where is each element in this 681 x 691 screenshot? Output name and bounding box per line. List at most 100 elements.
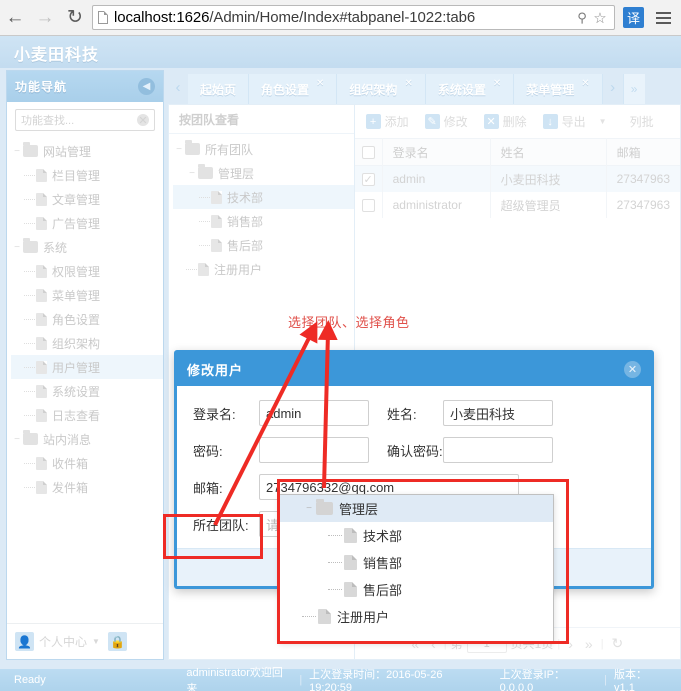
- nav-item-系统[interactable]: − 系统: [11, 235, 163, 259]
- tab-label: 角色设置: [261, 82, 310, 97]
- file-icon: [36, 480, 47, 494]
- toolbar-修改[interactable]: ✎ 修改: [418, 110, 475, 134]
- tab-label: 系统设置: [437, 82, 486, 97]
- name-input[interactable]: 小麦田科技: [443, 400, 553, 426]
- column-header-login[interactable]: 登录名: [383, 138, 491, 166]
- close-icon[interactable]: ✕: [581, 78, 589, 89]
- nav-search-input[interactable]: 功能查找... ✕: [15, 109, 155, 131]
- tree-line: [24, 486, 35, 488]
- nav-item-权限管理[interactable]: 权限管理: [11, 259, 163, 283]
- close-icon[interactable]: ✕: [316, 78, 324, 89]
- expand-icon[interactable]: −: [11, 146, 23, 157]
- tree-line: [199, 244, 210, 246]
- last-page-icon[interactable]: »: [581, 636, 597, 652]
- select-all-cell[interactable]: [355, 138, 383, 166]
- nav-item-收件箱[interactable]: 收件箱: [11, 451, 163, 475]
- confirm-password-input[interactable]: [443, 437, 553, 463]
- chevron-double-down-icon[interactable]: »: [622, 74, 645, 104]
- annotation-box-role: [163, 514, 263, 559]
- row-checkbox-cell[interactable]: [355, 192, 383, 218]
- tab-组织架构[interactable]: 组织架构 ✕: [337, 74, 426, 104]
- reload-icon[interactable]: ↻: [60, 3, 90, 33]
- toolbar-label: 删除: [502, 115, 527, 129]
- tree-line: [24, 198, 35, 200]
- tab-起始页[interactable]: 起始页: [188, 74, 250, 104]
- team-node-所有团队[interactable]: − 所有团队: [173, 137, 354, 161]
- tree-line: [24, 366, 35, 368]
- user-center-button[interactable]: 👤 个人中心 ▼: [15, 632, 100, 651]
- file-icon: [211, 238, 222, 252]
- toolbar-删除[interactable]: ✕ 删除: [477, 110, 534, 134]
- nav-item-菜单管理[interactable]: 菜单管理: [11, 283, 163, 307]
- chevron-left-icon[interactable]: ◀: [138, 78, 155, 95]
- team-node-销售部[interactable]: 销售部: [173, 209, 354, 233]
- row-checkbox-cell[interactable]: ✓: [355, 166, 383, 192]
- tab-菜单管理[interactable]: 菜单管理 ✕: [514, 74, 603, 104]
- chevron-down-icon: ▼: [92, 637, 100, 646]
- refresh-icon[interactable]: ↻: [608, 635, 628, 652]
- tree-node-label: 发件箱: [52, 480, 89, 495]
- forward-icon[interactable]: →: [30, 3, 60, 33]
- expand-icon[interactable]: −: [11, 242, 23, 253]
- tree-node-label: 角色设置: [52, 312, 101, 327]
- column-header-name[interactable]: 姓名: [491, 138, 607, 166]
- nav-item-站内消息[interactable]: − 站内消息: [11, 427, 163, 451]
- row-checkbox[interactable]: ✓: [361, 172, 375, 186]
- tab-角色设置[interactable]: 角色设置 ✕: [249, 74, 338, 104]
- columns-button[interactable]: 列批: [623, 110, 661, 134]
- clear-icon[interactable]: ✕: [137, 114, 149, 127]
- row-checkbox[interactable]: [361, 198, 375, 212]
- select-all-checkbox[interactable]: [361, 145, 375, 159]
- expand-icon[interactable]: −: [11, 434, 23, 445]
- login-input[interactable]: admin: [259, 400, 369, 426]
- status-divider-1: |: [299, 674, 303, 686]
- team-node-售后部[interactable]: 售后部: [173, 233, 354, 257]
- close-icon[interactable]: ✕: [624, 361, 641, 378]
- file-icon: [211, 190, 222, 204]
- key-icon[interactable]: ⚲: [573, 10, 591, 26]
- team-node-管理层[interactable]: − 管理层: [173, 161, 354, 185]
- tree-node-label: 系统设置: [52, 384, 101, 399]
- tab-next-icon[interactable]: ›: [602, 70, 623, 104]
- table-row[interactable]: ✓ admin 小麦田科技 27347963: [354, 166, 680, 192]
- password-input[interactable]: [259, 437, 369, 463]
- column-header-email[interactable]: 邮箱: [607, 138, 680, 166]
- folder-icon: [185, 140, 200, 155]
- browser-menu-icon[interactable]: [650, 11, 676, 24]
- status-divider-3: |: [604, 674, 608, 686]
- team-node-注册用户[interactable]: 注册用户: [173, 257, 354, 281]
- star-icon[interactable]: ☆: [591, 9, 609, 27]
- nav-item-发件箱[interactable]: 发件箱: [11, 475, 163, 499]
- translate-button[interactable]: 译: [623, 7, 644, 28]
- nav-item-广告管理[interactable]: 广告管理: [11, 211, 163, 235]
- nav-item-组织架构[interactable]: 组织架构: [11, 331, 163, 355]
- tree-node-label: 所有团队: [205, 142, 254, 157]
- confirm-password-label: 确认密码:: [387, 443, 443, 459]
- back-icon[interactable]: ←: [0, 3, 30, 33]
- nav-item-日志查看[interactable]: 日志查看: [11, 403, 163, 427]
- toolbar-添加[interactable]: + 添加: [359, 110, 416, 134]
- table-row[interactable]: administrator 超级管理员 27347963: [355, 192, 680, 218]
- team-tree: − 所有团队 − 管理层 技术部 销售部 售后部 注册用户: [169, 134, 354, 281]
- tree-line: [24, 318, 35, 320]
- address-bar[interactable]: localhost:1626/Admin/Home/Index#tabpanel…: [92, 5, 615, 30]
- tree-line: [24, 270, 35, 272]
- nav-item-网站管理[interactable]: − 网站管理: [11, 139, 163, 163]
- close-icon[interactable]: ✕: [493, 78, 501, 89]
- tree-line: [24, 414, 35, 416]
- close-icon[interactable]: ✕: [404, 78, 412, 89]
- nav-item-文章管理[interactable]: 文章管理: [11, 187, 163, 211]
- tab-系统设置[interactable]: 系统设置 ✕: [425, 74, 515, 104]
- toolbar-导出[interactable]: ↓ 导出: [536, 110, 593, 134]
- nav-item-栏目管理[interactable]: 栏目管理: [11, 163, 163, 187]
- nav-item-用户管理[interactable]: 用户管理: [11, 355, 163, 379]
- caret-down-icon[interactable]: ▼: [595, 117, 611, 126]
- nav-item-系统设置[interactable]: 系统设置: [11, 379, 163, 403]
- expand-icon[interactable]: −: [186, 168, 198, 179]
- tab-prev-icon[interactable]: ‹: [168, 70, 188, 104]
- team-node-技术部[interactable]: 技术部: [173, 185, 354, 209]
- expand-icon[interactable]: −: [173, 144, 185, 155]
- lock-icon[interactable]: 🔒: [107, 632, 127, 651]
- nav-item-角色设置[interactable]: 角色设置: [11, 307, 163, 331]
- tree-line: [24, 462, 35, 464]
